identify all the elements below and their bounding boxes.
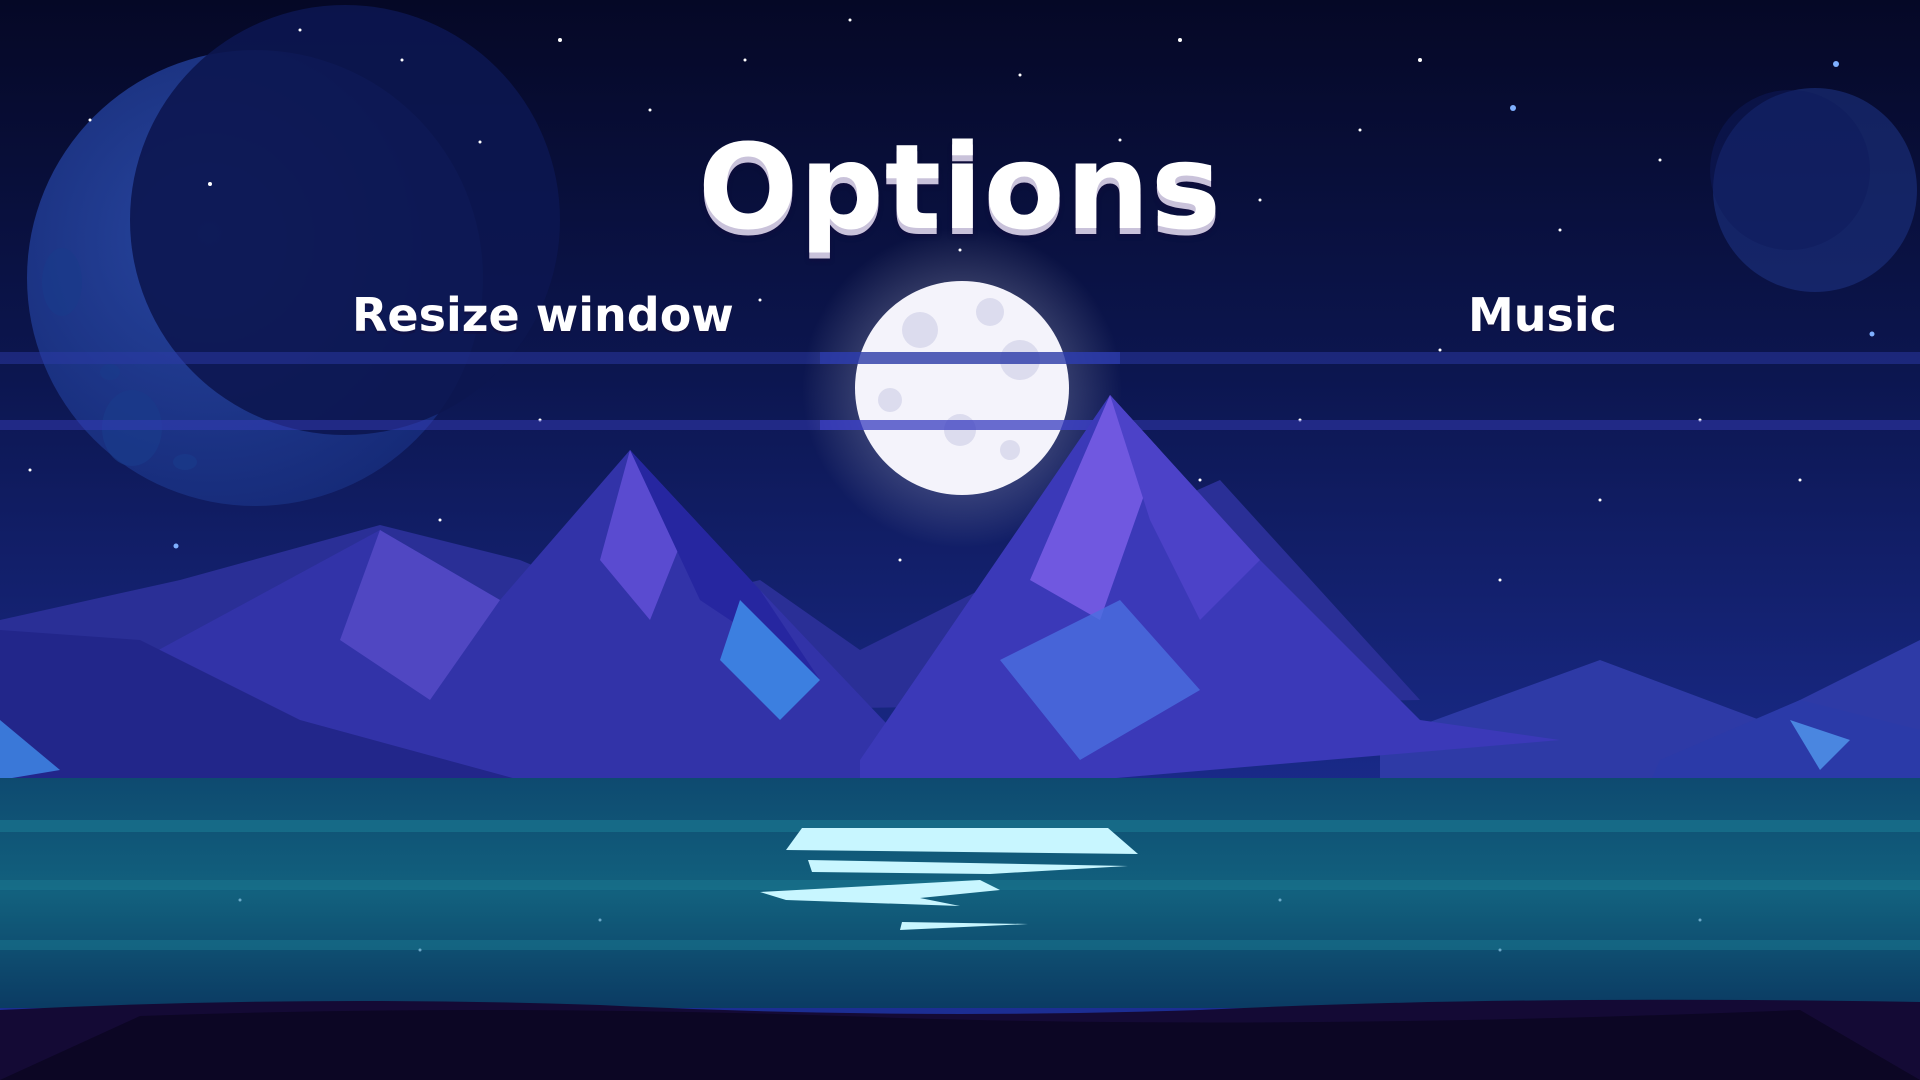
resize-window-button[interactable]: Resize window	[352, 288, 734, 342]
page-title: Options	[698, 118, 1222, 256]
music-button[interactable]: Music	[1468, 288, 1617, 342]
